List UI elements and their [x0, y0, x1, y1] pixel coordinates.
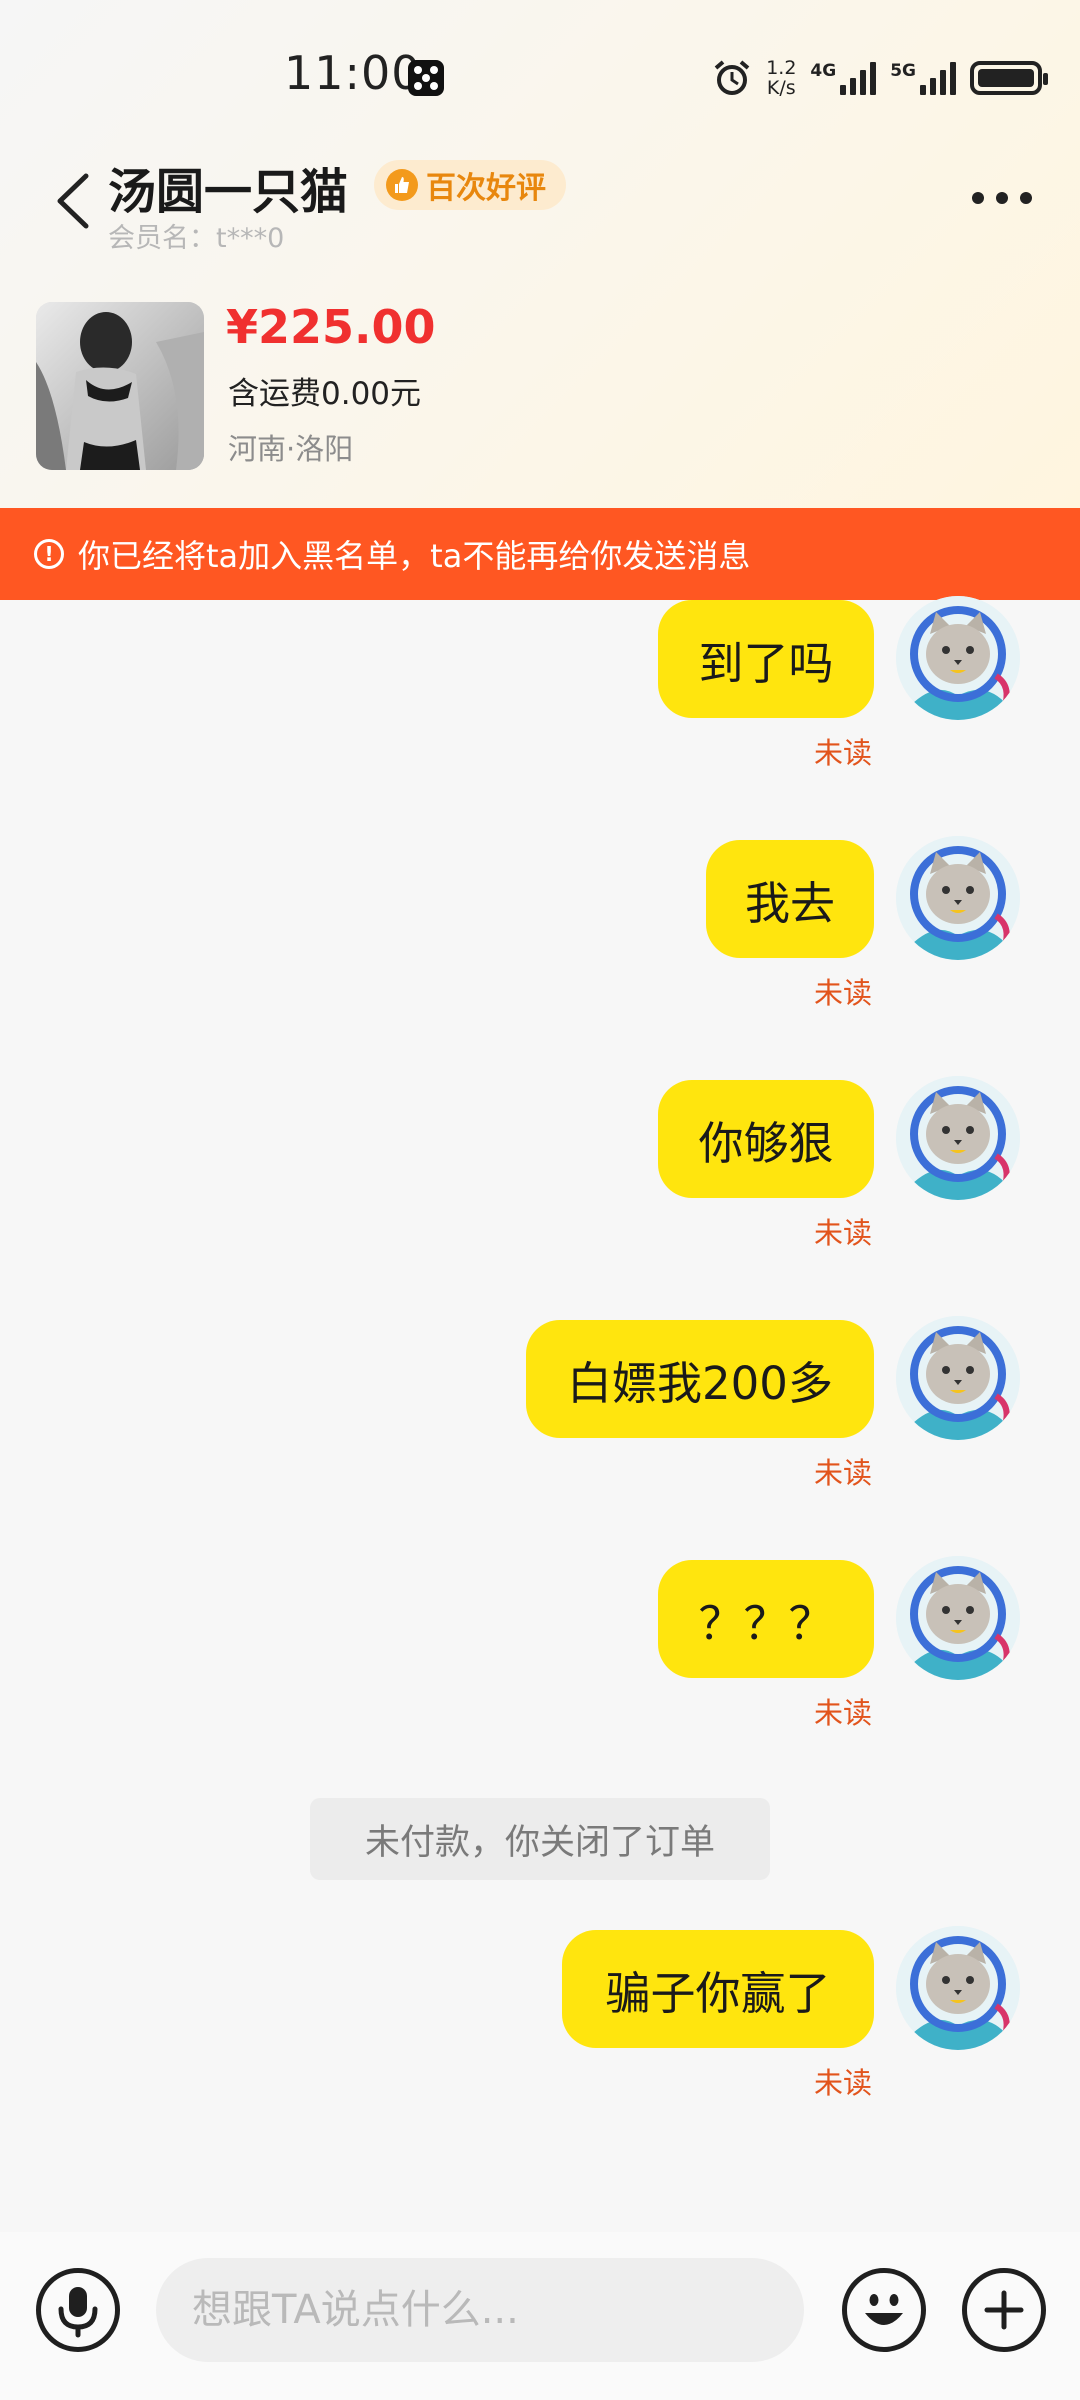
read-status: 未读: [813, 976, 872, 1010]
read-status: 未读: [813, 1456, 872, 1490]
more-dot-icon: [996, 192, 1008, 204]
shipping-fee: 含运费0.00元: [228, 376, 422, 412]
app-notification-icon: [408, 60, 444, 96]
user-avatar[interactable]: [896, 596, 1020, 720]
thumbs-up-icon: [386, 169, 418, 201]
message-bubble[interactable]: 你够狠: [658, 1080, 874, 1198]
blacklist-text: 你已经将ta加入黑名单，ta不能再给你发送消息: [78, 537, 751, 575]
signal-5g: 5G: [890, 61, 956, 95]
more-dot-icon: [1020, 192, 1032, 204]
user-avatar[interactable]: [896, 1076, 1020, 1200]
message-input[interactable]: [156, 2258, 804, 2362]
cat-avatar-icon: [896, 836, 1020, 960]
user-avatar[interactable]: [896, 1926, 1020, 2050]
message-bubble[interactable]: ？？？: [658, 1560, 874, 1678]
message-row: 到了吗 未读: [0, 596, 1080, 780]
rating-badge-label: 百次好评: [426, 171, 546, 206]
more-dot-icon: [972, 192, 984, 204]
network-speed: 1.2 K/s: [766, 57, 797, 99]
signal-bars-icon: [840, 61, 877, 95]
blacklist-banner: ! 你已经将ta加入黑名单，ta不能再给你发送消息: [0, 508, 1080, 600]
cat-avatar-icon: [896, 1076, 1020, 1200]
voice-button[interactable]: [36, 2268, 120, 2352]
more-options-button[interactable]: [972, 192, 1032, 204]
read-status: 未读: [813, 2066, 872, 2100]
system-notice: 未付款，你关闭了订单: [310, 1798, 770, 1880]
input-bar: [0, 2232, 1080, 2400]
read-status: 未读: [813, 1696, 872, 1730]
rating-badge: 百次好评: [374, 160, 566, 210]
warning-icon: !: [34, 539, 64, 569]
user-avatar[interactable]: [896, 836, 1020, 960]
cat-avatar-icon: [896, 596, 1020, 720]
message-row: ？？？ 未读: [0, 1556, 1080, 1740]
cat-avatar-icon: [896, 1316, 1020, 1440]
signal-bars-icon: [920, 61, 956, 95]
product-location: 河南·洛阳: [228, 432, 354, 466]
product-thumbnail[interactable]: [36, 302, 204, 470]
contact-name[interactable]: 汤圆一只猫: [108, 152, 348, 222]
message-row: 骗子你赢了 未读: [0, 1926, 1080, 2110]
plus-icon: [984, 2290, 1024, 2330]
message-bubble[interactable]: 到了吗: [658, 600, 874, 718]
emoji-button[interactable]: [842, 2268, 926, 2352]
status-bar: 11:00 1.2 K/s 4G 5G: [0, 0, 1080, 150]
status-time: 11:00: [284, 46, 422, 100]
product-price: ¥225.00: [226, 300, 436, 354]
member-name: 会员名：t***0: [108, 223, 285, 254]
message-bubble[interactable]: 我去: [706, 840, 874, 958]
message-row: 白嫖我200多 未读: [0, 1316, 1080, 1500]
add-button[interactable]: [962, 2268, 1046, 2352]
message-row: 我去 未读: [0, 836, 1080, 1020]
network-type-label: 4G: [810, 61, 837, 81]
user-avatar[interactable]: [896, 1556, 1020, 1680]
back-arrow-icon[interactable]: [44, 166, 104, 236]
user-avatar[interactable]: [896, 1316, 1020, 1440]
cat-avatar-icon: [896, 1556, 1020, 1680]
network-type-label: 5G: [890, 61, 916, 81]
message-bubble[interactable]: 白嫖我200多: [526, 1320, 874, 1438]
emoji-icon: [865, 2294, 903, 2325]
message-bubble[interactable]: 骗子你赢了: [562, 1930, 874, 2048]
cat-avatar-icon: [896, 1926, 1020, 2050]
message-row: 你够狠 未读: [0, 1076, 1080, 1260]
signal-4g: 4G: [810, 61, 877, 95]
battery-icon: [970, 61, 1048, 95]
status-icons: 1.2 K/s 4G 5G: [712, 52, 1048, 104]
alarm-icon: [714, 60, 750, 95]
microphone-icon: [58, 2287, 98, 2338]
read-status: 未读: [813, 736, 872, 770]
read-status: 未读: [813, 1216, 872, 1250]
